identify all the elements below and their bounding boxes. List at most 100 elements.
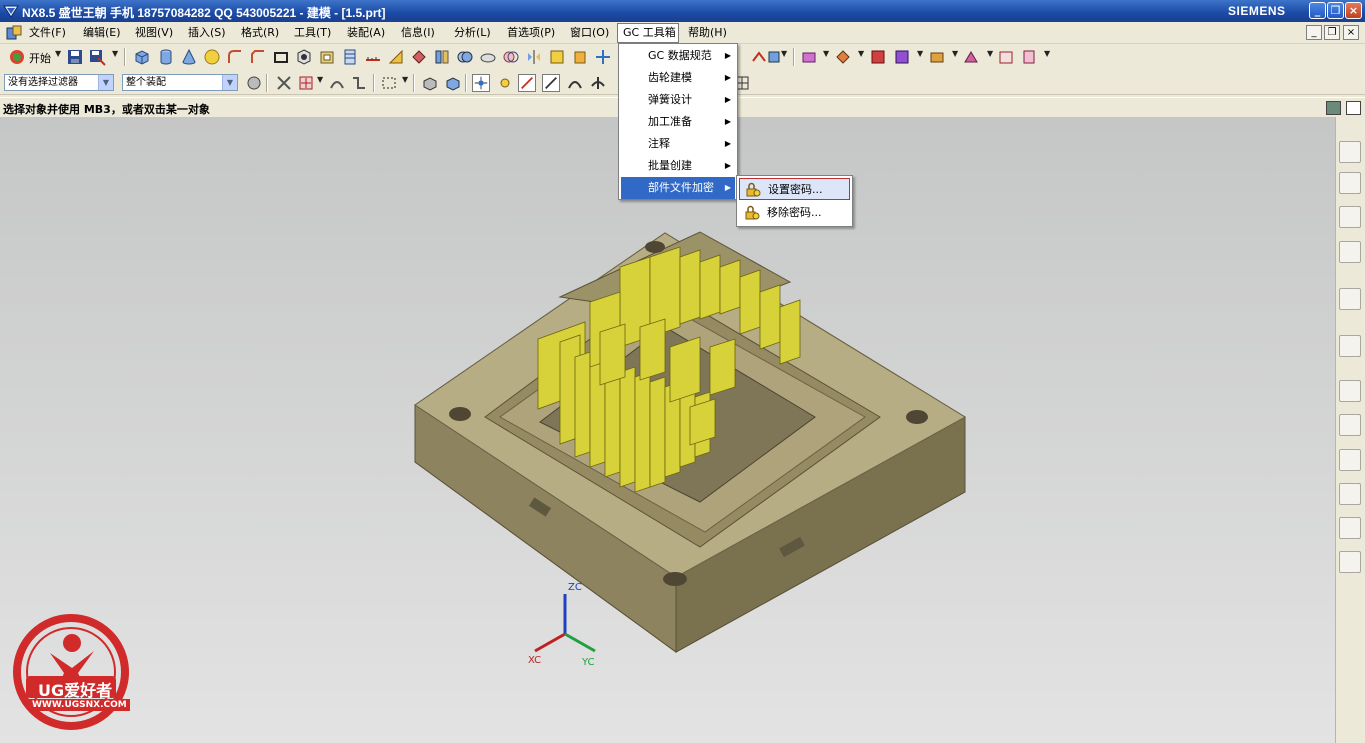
cavity-icon[interactable] [869,48,887,66]
select-edge-icon[interactable] [350,74,368,92]
mold-dropdown-icon[interactable]: ▼ [823,49,829,58]
subtract-icon[interactable] [479,48,497,66]
save-icon[interactable] [66,48,84,66]
save-dropdown-icon[interactable]: ▼ [112,49,118,58]
menu-item-part-encryption[interactable]: 部件文件加密 ▶ [621,177,735,199]
menu-information[interactable]: 信息(I) [396,24,440,42]
system-scene-icon[interactable] [1339,551,1361,573]
menu-help[interactable]: 帮助(H) [683,24,732,42]
menu-item-machining-prep[interactable]: 加工准备 ▶ [621,111,735,133]
parting-icon[interactable] [834,48,852,66]
block-icon[interactable] [133,48,151,66]
mold-base-icon[interactable] [928,48,946,66]
start-dropdown-icon[interactable]: ▼ [55,49,61,58]
menu-assemblies[interactable]: 装配(A) [342,24,390,42]
mold-wizard-icon[interactable] [800,48,818,66]
core-icon[interactable] [893,48,911,66]
constraint-navigator-icon[interactable] [1339,172,1361,194]
ejector-icon[interactable] [962,48,980,66]
mold-model[interactable] [0,117,1335,743]
measure-icon[interactable] [364,48,382,66]
snap-midpoint-icon[interactable] [496,74,514,92]
menu-item-gear-modeling[interactable]: 齿轮建模 ▶ [621,67,735,89]
pattern-icon[interactable] [341,48,359,66]
doc-minimize-button[interactable]: _ [1306,25,1322,40]
menu-edit[interactable]: 编辑(E) [78,24,126,42]
line-icon[interactable] [518,74,536,92]
electrode-dropdown-icon[interactable]: ▼ [1044,49,1050,58]
unite-icon[interactable] [456,48,474,66]
shell-icon[interactable] [318,48,336,66]
rectangle-icon[interactable] [272,48,290,66]
restore-button[interactable]: ❐ [1327,2,1344,19]
ejector-dropdown-icon[interactable]: ▼ [987,49,993,58]
menu-gc-toolkit[interactable]: GC 工具箱 [617,23,679,43]
graphics-viewport[interactable]: ZC XC YC [0,117,1335,743]
arc-icon[interactable] [566,74,584,92]
move-face-icon[interactable] [594,48,612,66]
point-dropdown-icon[interactable]: ▼ [317,75,323,84]
chevron-down-icon[interactable]: ▼ [222,75,237,90]
menu-item-remove-password[interactable]: 移除密码... [739,202,850,224]
extract-icon[interactable] [433,48,451,66]
menu-insert[interactable]: 插入(S) [183,24,231,42]
process-studio-icon[interactable] [1339,449,1361,471]
menu-view[interactable]: 视图(V) [130,24,178,42]
menu-window[interactable]: 窗口(O) [565,24,614,42]
start-icon[interactable] [8,48,26,66]
base-dropdown-icon[interactable]: ▼ [952,49,958,58]
menu-item-set-password[interactable]: 设置密码... [739,178,850,200]
menu-item-batch-create[interactable]: 批量创建 ▶ [621,155,735,177]
cone-icon[interactable] [180,48,198,66]
hole-icon[interactable] [295,48,313,66]
intersection-icon[interactable] [589,74,607,92]
menu-item-gc-data-standard[interactable]: GC 数据规范 ▶ [621,45,735,67]
isometric-view-icon[interactable] [444,74,462,92]
assembly-navigator-icon[interactable] [1339,141,1361,163]
rectangle-select-icon[interactable] [380,74,398,92]
selection-filter-combo[interactable]: 没有选择过滤器 ▼ [4,74,114,91]
reuse-library-icon[interactable] [1339,241,1361,263]
line-end-icon[interactable] [542,74,560,92]
restore-view-icon[interactable] [1346,101,1361,115]
menu-analysis[interactable]: 分析(L) [449,24,496,42]
manufacturing-wizards-icon[interactable] [1339,483,1361,505]
history-icon[interactable] [1339,380,1361,402]
menu-tools[interactable]: 工具(T) [289,24,336,42]
intersect-icon[interactable] [502,48,520,66]
roles-icon[interactable] [1339,517,1361,539]
electrode-icon[interactable] [1020,48,1038,66]
assembly-scope-combo[interactable]: 整个装配 ▼ [122,74,238,91]
core-dropdown-icon[interactable]: ▼ [917,49,923,58]
system-materials-icon[interactable] [1339,414,1361,436]
app-menu-icon[interactable] [5,25,23,41]
select-dropdown-icon[interactable]: ▼ [402,75,408,84]
start-button-label[interactable]: 开始 [29,50,51,66]
menu-item-annotation[interactable]: 注释 ▶ [621,133,735,155]
cooling-icon[interactable] [997,48,1015,66]
select-curve-icon[interactable] [328,74,346,92]
chamfer-icon[interactable] [249,48,267,66]
menu-format[interactable]: 格式(R) [236,24,284,42]
chevron-down-icon[interactable]: ▼ [98,75,113,90]
edge-blend-icon[interactable] [226,48,244,66]
doc-restore-button[interactable]: ❐ [1324,25,1340,40]
parting-dropdown-icon[interactable]: ▼ [858,49,864,58]
menu-preferences[interactable]: 首选项(P) [502,24,560,42]
draft-icon[interactable] [387,48,405,66]
hd3d-tools-icon[interactable] [1339,288,1361,310]
replace-face-icon[interactable] [548,48,566,66]
trim-body-icon[interactable] [410,48,428,66]
part-navigator-icon[interactable] [1339,206,1361,228]
doc-close-button[interactable]: × [1343,25,1359,40]
shaded-view-icon[interactable] [421,74,439,92]
cylinder-icon[interactable] [157,48,175,66]
select-features-icon[interactable] [245,74,263,92]
menu-file[interactable]: 文件(F) [24,24,71,42]
more-dropdown-icon[interactable]: ▼ [781,49,787,58]
menu-item-spring-design[interactable]: 弹簧设计 ▶ [621,89,735,111]
point-constructor-icon[interactable] [297,74,315,92]
full-screen-icon[interactable] [1326,101,1341,115]
snap-endpoint-icon[interactable] [472,74,490,92]
mirror-icon[interactable] [525,48,543,66]
